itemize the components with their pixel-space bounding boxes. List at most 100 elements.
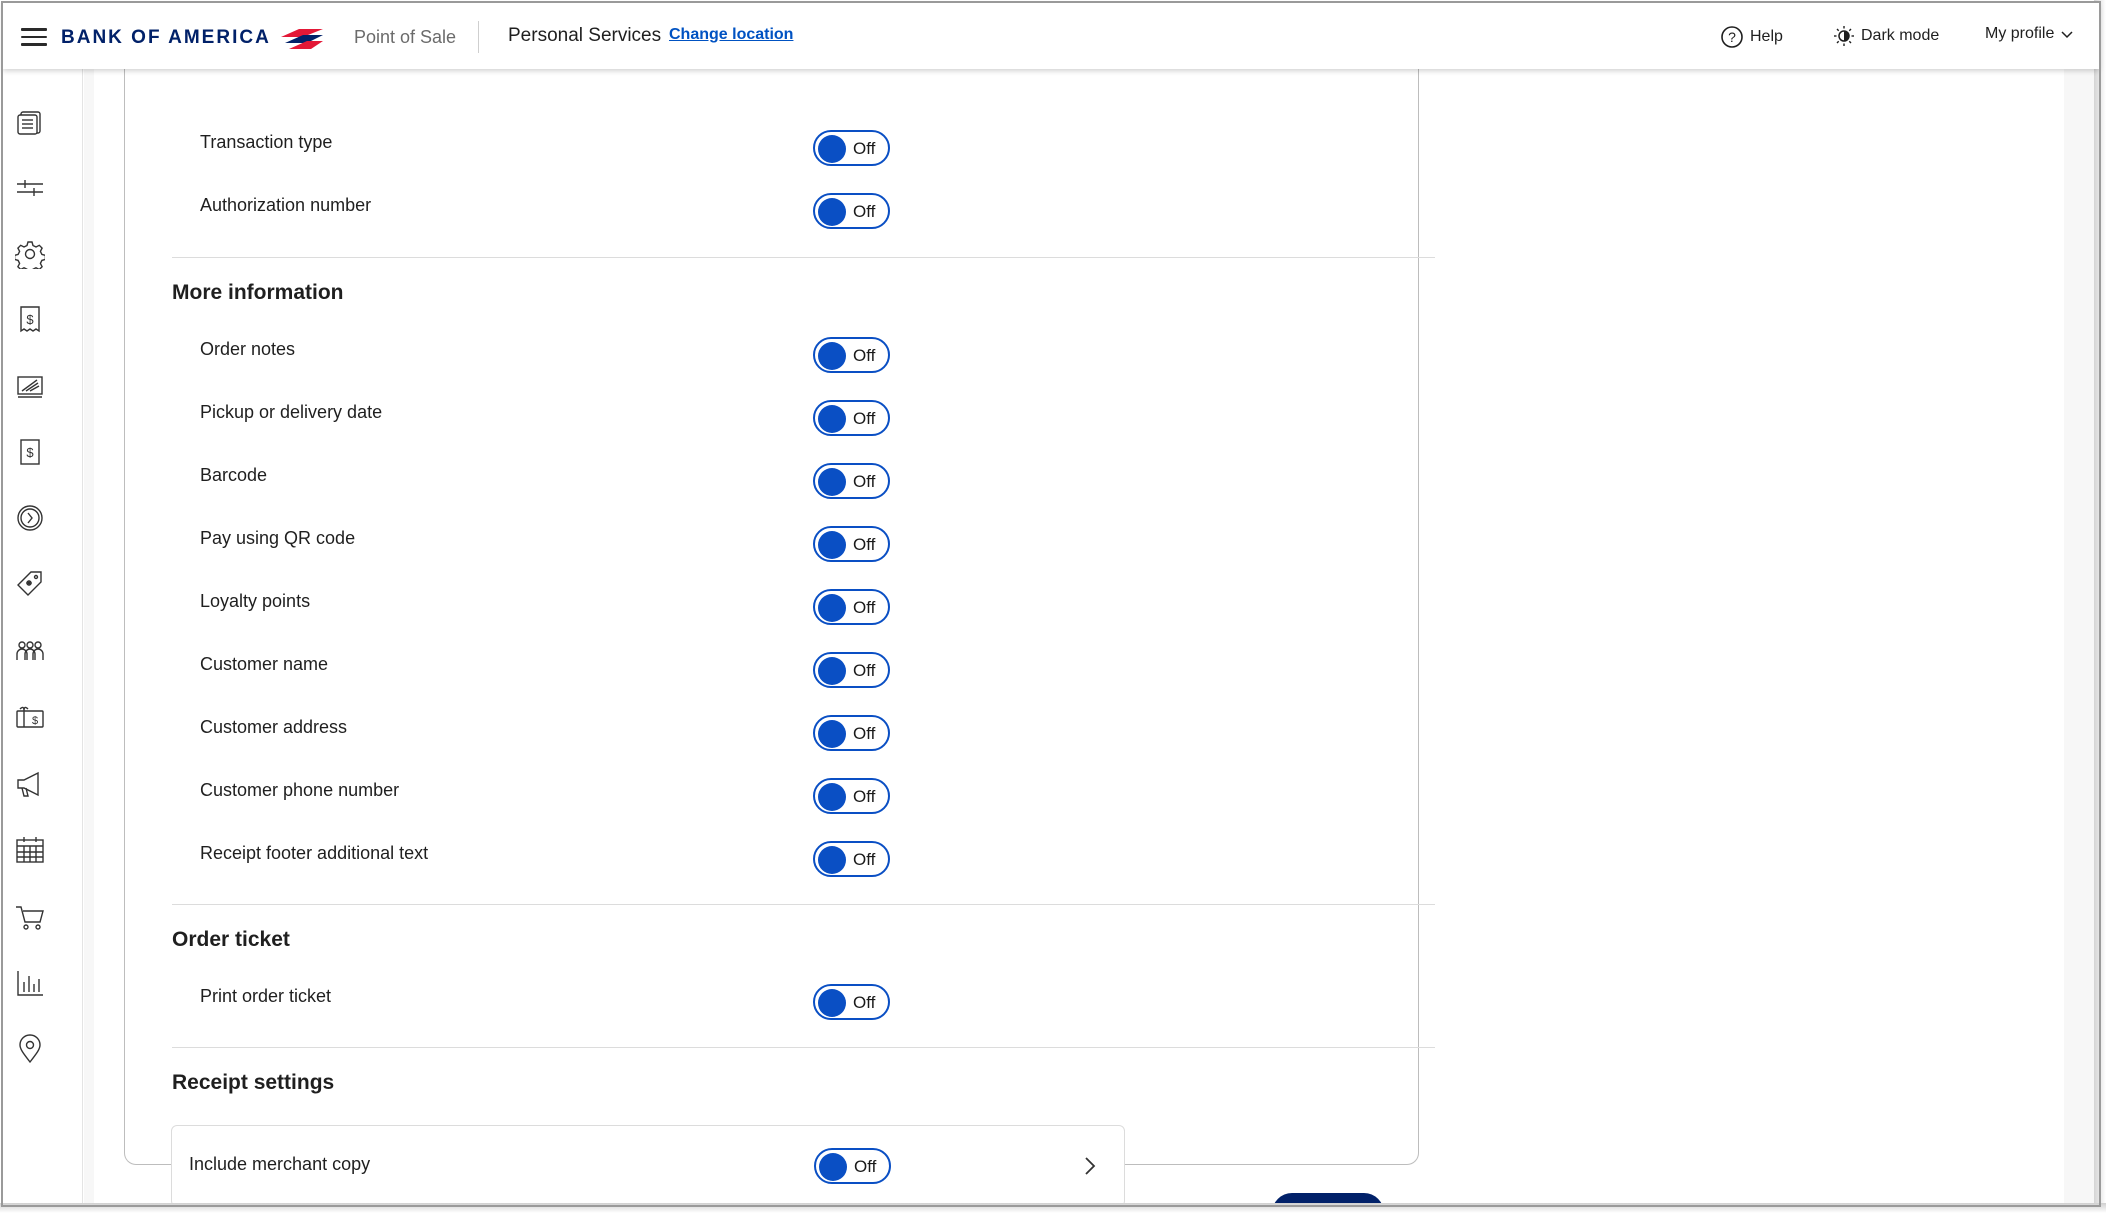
toggle-knob — [818, 468, 846, 496]
setting-label: Transaction type — [200, 132, 333, 152]
setting-label: Authorization number — [200, 195, 372, 215]
toggle-knob — [818, 198, 846, 226]
pay-qr-toggle[interactable]: Off — [813, 526, 890, 562]
help-icon: ? — [1721, 26, 1743, 48]
dark-mode-label: Dark mode — [1861, 27, 1940, 44]
barcode-toggle[interactable]: Off — [813, 463, 890, 499]
toggle-knob — [818, 342, 846, 370]
toggle-knob — [818, 594, 846, 622]
receipt-options-card: Transaction type Off Authorization numbe… — [124, 69, 1435, 1206]
setting-label: Barcode — [200, 465, 268, 485]
help-button[interactable]: ? Help — [1720, 25, 1783, 49]
app-name: Point of Sale — [354, 27, 457, 47]
chevron-right-icon[interactable] — [1078, 1154, 1102, 1178]
customer-name-toggle[interactable]: Off — [813, 652, 890, 688]
authorization-number-toggle[interactable]: Off — [813, 193, 890, 229]
transaction-type-toggle[interactable]: Off — [813, 130, 890, 166]
sun-icon — [1834, 26, 1854, 46]
section-divider — [172, 904, 1435, 905]
clock-icon[interactable] — [13, 501, 47, 535]
toggle-state: Off — [853, 598, 876, 617]
toggle-state: Off — [853, 346, 876, 365]
setting-row-barcode: Barcode Off — [200, 463, 1000, 504]
tag-icon[interactable] — [13, 567, 47, 601]
toggle-state: Off — [853, 787, 876, 806]
toggle-state: Off — [853, 472, 876, 491]
invoice-dollar-icon[interactable]: $ — [13, 302, 47, 336]
setting-label: Customer phone number — [200, 780, 400, 800]
bank-logo[interactable]: BANK OF AMERICA — [61, 25, 325, 51]
setting-label: Customer name — [200, 654, 329, 674]
profile-menu[interactable]: My profile — [1985, 25, 2074, 43]
profile-label: My profile — [1985, 25, 2055, 42]
order-ticket-title: Order ticket — [172, 928, 290, 951]
toggle-state: Off — [853, 661, 876, 680]
gear-icon[interactable] — [13, 237, 47, 271]
setting-label: Receipt footer additional text — [200, 843, 429, 863]
change-location-link[interactable]: Change location — [669, 26, 793, 44]
pickup-delivery-date-toggle[interactable]: Off — [813, 400, 890, 436]
section-divider — [172, 1047, 1435, 1048]
svg-text:?: ? — [1728, 29, 1736, 45]
order-notes-toggle[interactable]: Off — [813, 337, 890, 373]
setting-row-order-notes: Order notes Off — [200, 337, 1000, 378]
app-window: BANK OF AMERICA Point of Sale Personal S… — [0, 0, 2106, 1213]
setting-label: Customer address — [200, 717, 348, 737]
toggle-state: Off — [853, 850, 876, 869]
header-divider — [478, 21, 479, 53]
setting-row-customer-address: Customer address Off — [200, 715, 1000, 756]
setting-row-print-order-ticket: Print order ticket Off — [200, 984, 1000, 1025]
window-shadow-right — [2094, 0, 2106, 1213]
transactions-icon[interactable] — [13, 105, 47, 139]
gift-card-icon[interactable]: $ — [13, 701, 47, 735]
svg-text:$: $ — [32, 715, 38, 727]
toggle-state: Off — [853, 724, 876, 743]
setting-label: Print order ticket — [200, 986, 332, 1006]
chevron-down-icon — [2061, 31, 2073, 39]
chart-screen-icon[interactable] — [13, 369, 47, 403]
setting-row-customer-phone: Customer phone number Off — [200, 778, 1000, 819]
section-divider — [172, 257, 1435, 258]
toggle-knob — [818, 657, 846, 685]
merchant-copy-card[interactable]: Include merchant copy Off — [171, 1125, 1125, 1206]
setting-row-authorization-number: Authorization number Off — [200, 193, 1000, 234]
help-label: Help — [1750, 28, 1783, 45]
toggle-state: Off — [853, 409, 876, 428]
toggle-knob — [818, 135, 846, 163]
setting-row-receipt-footer: Receipt footer additional text Off — [200, 841, 1000, 882]
cart-icon[interactable] — [13, 900, 47, 934]
toggle-state: Off — [853, 202, 876, 221]
toggle-knob — [818, 989, 846, 1017]
setting-row-transaction-type: Transaction type Off — [200, 130, 1000, 171]
side-navigation: $ $ $ — [3, 69, 83, 1206]
setting-row-loyalty-points: Loyalty points Off — [200, 589, 1000, 630]
merchant-copy-toggle[interactable]: Off — [814, 1148, 891, 1184]
svg-text:$: $ — [26, 445, 34, 460]
toggle-knob — [818, 720, 846, 748]
print-order-ticket-toggle[interactable]: Off — [813, 984, 890, 1020]
receipt-dollar-icon[interactable]: $ — [13, 435, 47, 469]
flag-icon — [280, 29, 323, 49]
svg-text:$: $ — [26, 312, 34, 327]
receipt-footer-toggle[interactable]: Off — [813, 841, 890, 877]
logo-text: BANK OF AMERICA — [61, 27, 271, 48]
megaphone-icon[interactable] — [13, 767, 47, 801]
sliders-icon[interactable] — [13, 171, 47, 205]
setting-row-pay-qr: Pay using QR code Off — [200, 526, 1000, 567]
hamburger-menu-icon[interactable] — [21, 28, 47, 48]
window-shadow-bottom — [0, 1203, 2106, 1213]
calendar-icon[interactable] — [13, 833, 47, 867]
toggle-knob — [818, 783, 846, 811]
customers-icon[interactable] — [13, 634, 47, 668]
location-pin-icon[interactable] — [13, 1032, 47, 1066]
toggle-state: Off — [853, 535, 876, 554]
customer-phone-toggle[interactable]: Off — [813, 778, 890, 814]
setting-label: Pay using QR code — [200, 528, 356, 548]
toggle-knob — [819, 1153, 847, 1181]
bar-chart-icon[interactable] — [13, 966, 47, 1000]
merchant-copy-label: Include merchant copy — [189, 1154, 371, 1174]
loyalty-points-toggle[interactable]: Off — [813, 589, 890, 625]
setting-label: Loyalty points — [200, 591, 311, 611]
customer-address-toggle[interactable]: Off — [813, 715, 890, 751]
dark-mode-toggle[interactable]: Dark mode — [1833, 25, 1939, 47]
